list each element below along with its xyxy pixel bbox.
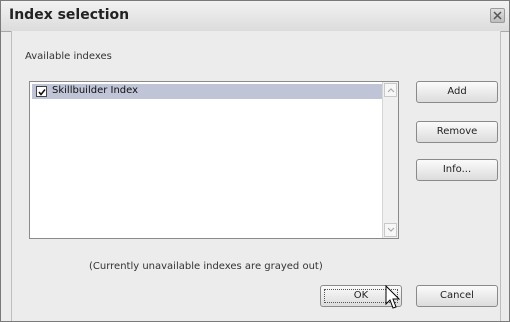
cancel-button[interactable]: Cancel [416, 285, 498, 307]
grayed-out-note: (Currently unavailable indexes are graye… [89, 261, 323, 272]
close-icon [493, 11, 502, 20]
index-item-label: Skillbuilder Index [52, 85, 139, 96]
available-indexes-label: Available indexes [25, 51, 112, 62]
title-bar[interactable]: Index selection [1, 1, 509, 32]
add-button[interactable]: Add [416, 81, 498, 103]
checkmark-icon [38, 89, 46, 96]
index-listbox[interactable]: Skillbuilder Index [29, 81, 399, 239]
scroll-up-button[interactable] [384, 83, 397, 97]
dialog-title: Index selection [9, 7, 130, 23]
close-button[interactable] [490, 8, 505, 23]
chevron-up-icon [387, 88, 395, 93]
index-checkbox[interactable] [36, 86, 47, 97]
vertical-scrollbar[interactable] [382, 82, 398, 238]
index-selection-dialog: Index selection Available indexes Skillb… [0, 0, 510, 322]
chevron-down-icon [387, 227, 395, 232]
mouse-pointer-icon [385, 285, 401, 309]
list-item[interactable]: Skillbuilder Index [32, 84, 382, 99]
remove-button[interactable]: Remove [416, 121, 498, 143]
info-button[interactable]: Info... [416, 159, 498, 181]
scroll-down-button[interactable] [384, 223, 397, 237]
